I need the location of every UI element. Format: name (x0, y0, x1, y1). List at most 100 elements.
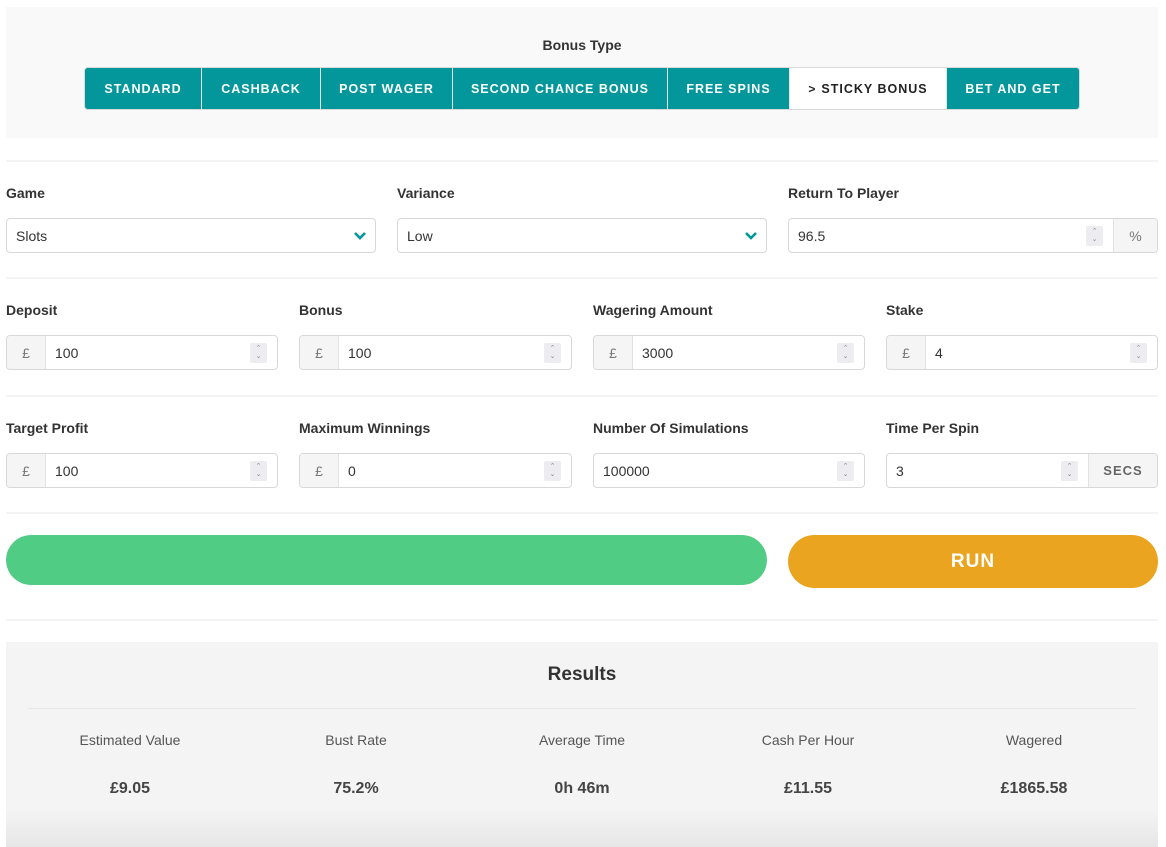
divider (6, 160, 1158, 162)
max-winnings-value: 0 (348, 462, 356, 479)
result-label: Cash Per Hour (761, 732, 855, 748)
tab-label: POST WAGER (339, 81, 434, 96)
number-spinner[interactable]: ⌃ ⌄ (1061, 460, 1078, 481)
target-profit-input[interactable]: £ 100 ⌃ ⌄ (6, 453, 278, 488)
wagering-input[interactable]: £ 3000 ⌃ ⌄ (593, 335, 865, 370)
bonus-type-tabs: STANDARD CASHBACK POST WAGER SECOND CHAN… (84, 67, 1080, 110)
number-spinner[interactable]: ⌃ ⌄ (544, 460, 561, 481)
variance-select[interactable]: Low (397, 218, 767, 253)
pound-prefix: £ (300, 336, 339, 369)
divider (6, 619, 1158, 621)
chevron-down-icon (736, 219, 766, 252)
wagering-label: Wagering Amount (593, 302, 713, 318)
target-profit-field: Target Profit £ 100 ⌃ ⌄ (6, 419, 278, 488)
time-per-spin-input[interactable]: 3 ⌃ ⌄ SECS (886, 453, 1158, 488)
max-winnings-label: Maximum Winnings (299, 420, 431, 436)
bonus-type-panel: Bonus Type STANDARD CASHBACK POST WAGER … (6, 7, 1158, 138)
pound-prefix: £ (594, 336, 633, 369)
target-profit-label: Target Profit (6, 420, 89, 436)
number-spinner[interactable]: ⌃ ⌄ (544, 342, 561, 363)
percent-suffix: % (1113, 219, 1157, 252)
result-value: £1865.58 (1000, 780, 1068, 797)
rtp-field: Return To Player 96.5 ⌃ ⌄ % (788, 184, 1158, 253)
progress-fill (6, 535, 767, 585)
simulation-progress-bar (6, 535, 767, 585)
tab-label: STANDARD (104, 81, 182, 96)
variance-field: Variance Low (397, 184, 767, 253)
chevron-down-icon (345, 219, 375, 252)
result-label: Average Time (538, 732, 626, 748)
simulations-value: 100000 (603, 462, 650, 479)
tab-label: STICKY BONUS (821, 81, 928, 96)
number-spinner[interactable]: ⌃ ⌄ (1130, 342, 1147, 363)
deposit-field: Deposit £ 100 ⌃ ⌄ (6, 301, 278, 370)
rtp-value: 96.5 (798, 227, 826, 244)
variance-label: Variance (397, 185, 455, 201)
result-value: 0h 46m (554, 780, 610, 797)
bonus-value: 100 (348, 344, 372, 361)
simulations-label: Number Of Simulations (593, 420, 749, 436)
variance-value: Low (407, 227, 433, 244)
deposit-value: 100 (55, 344, 79, 361)
tab-label: BET AND GET (965, 81, 1061, 96)
number-spinner[interactable]: ⌃ ⌄ (250, 460, 267, 481)
pound-prefix: £ (887, 336, 926, 369)
stake-input[interactable]: £ 4 ⌃ ⌄ (886, 335, 1158, 370)
tab-cashback[interactable]: CASHBACK (202, 68, 321, 109)
secs-suffix: SECS (1088, 454, 1157, 487)
bonus-type-title: Bonus Type (542, 37, 622, 53)
stake-field: Stake £ 4 ⌃ ⌄ (886, 301, 1158, 370)
number-spinner[interactable]: ⌃ ⌄ (1086, 225, 1103, 246)
divider (6, 512, 1158, 514)
pound-prefix: £ (7, 336, 46, 369)
number-spinner[interactable]: ⌃ ⌄ (837, 460, 854, 481)
number-spinner[interactable]: ⌃ ⌄ (837, 342, 854, 363)
wagering-value: 3000 (642, 344, 674, 361)
tab-sticky-bonus[interactable]: > STICKY BONUS (790, 68, 947, 109)
tab-free-spins[interactable]: FREE SPINS (668, 68, 790, 109)
game-label: Game (6, 185, 45, 201)
max-winnings-input[interactable]: £ 0 ⌃ ⌄ (299, 453, 572, 488)
bonus-field: Bonus £ 100 ⌃ ⌄ (299, 301, 572, 370)
target-profit-value: 100 (55, 462, 79, 479)
result-wagered: Wagered £1865.58 (921, 732, 1147, 798)
tab-second-chance-bonus[interactable]: SECOND CHANCE BONUS (453, 68, 668, 109)
result-cash-per-hour: Cash Per Hour £11.55 (695, 732, 921, 798)
bonus-input[interactable]: £ 100 ⌃ ⌄ (299, 335, 572, 370)
result-value: £9.05 (109, 780, 151, 797)
game-value: Slots (16, 227, 48, 244)
time-per-spin-value: 3 (896, 462, 904, 479)
time-per-spin-field: Time Per Spin 3 ⌃ ⌄ SECS (886, 419, 1158, 488)
run-button[interactable]: RUN (788, 535, 1158, 588)
time-per-spin-label: Time Per Spin (886, 420, 980, 436)
number-spinner[interactable]: ⌃ ⌄ (250, 342, 267, 363)
rtp-label: Return To Player (788, 185, 899, 201)
rtp-input[interactable]: 96.5 ⌃ ⌄ % (788, 218, 1158, 253)
tab-bet-and-get[interactable]: BET AND GET (947, 68, 1079, 109)
result-value: £11.55 (783, 780, 833, 797)
tab-label: SECOND CHANCE BONUS (470, 81, 650, 96)
stake-label: Stake (886, 302, 924, 318)
bonus-label: Bonus (299, 302, 343, 318)
tab-post-wager[interactable]: POST WAGER (321, 68, 453, 109)
divider (6, 277, 1158, 279)
results-panel: Results Estimated Value £9.05 Bust Rate … (6, 642, 1158, 847)
simulations-input[interactable]: 100000 ⌃ ⌄ (593, 453, 865, 488)
stake-value: 4 (935, 344, 943, 361)
results-title: Results (547, 664, 617, 685)
results-divider (28, 708, 1136, 709)
divider (6, 395, 1158, 397)
tab-label: FREE SPINS (686, 81, 771, 96)
deposit-label: Deposit (6, 302, 58, 318)
result-label: Bust Rate (325, 732, 387, 748)
game-field: Game Slots (6, 184, 376, 253)
game-select[interactable]: Slots (6, 218, 376, 253)
chevron-right-icon: > (808, 81, 817, 96)
simulations-field: Number Of Simulations 100000 ⌃ ⌄ (593, 419, 865, 488)
pound-prefix: £ (7, 454, 46, 487)
max-winnings-field: Maximum Winnings £ 0 ⌃ ⌄ (299, 419, 572, 488)
deposit-input[interactable]: £ 100 ⌃ ⌄ (6, 335, 278, 370)
tab-standard[interactable]: STANDARD (85, 68, 202, 109)
tab-label: CASHBACK (221, 81, 301, 96)
result-label: Wagered (1005, 732, 1063, 748)
